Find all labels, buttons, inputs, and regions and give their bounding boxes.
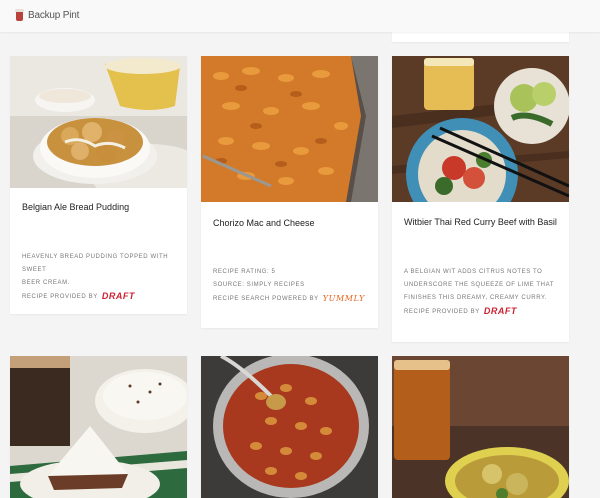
recipe-description: A Belgian wit adds citrus notes to under…	[404, 269, 555, 318]
recipe-card[interactable]	[392, 356, 569, 498]
top-bar: Backup Pint	[0, 0, 600, 32]
recipe-meta: Recipe rating: 5 Source: Simply Recipes …	[213, 266, 365, 306]
recipe-card[interactable]	[10, 356, 187, 498]
recipe-card[interactable]: Chorizo Mac and Cheese Recipe rating: 5 …	[201, 56, 378, 328]
recipe-source: Source: Simply Recipes	[213, 282, 305, 288]
recipe-card[interactable]: Belgian Ale Bread Pudding Heavenly bread…	[10, 56, 187, 314]
pint-glass-icon	[15, 9, 25, 21]
recipe-image-baked-beans[interactable]	[201, 356, 378, 498]
recipe-card[interactable]: Witbier Thai Red Curry Beef with Basil A…	[392, 56, 569, 342]
recipe-image-beer-dish[interactable]	[392, 356, 569, 498]
recipe-image-bread-pudding[interactable]	[10, 56, 187, 188]
draft-logo[interactable]: DRAFT	[102, 290, 135, 303]
recipe-image-cream-pie[interactable]	[10, 356, 187, 498]
recipe-rating: Recipe rating: 5	[213, 269, 276, 275]
recipe-title[interactable]: Witbier Thai Red Curry Beef with Basil	[404, 217, 557, 227]
recipe-card[interactable]	[201, 356, 378, 498]
recipe-image-mac-and-cheese[interactable]	[201, 56, 378, 202]
logo-text: Backup Pint	[28, 9, 80, 21]
recipe-title[interactable]: Belgian Ale Bread Pudding	[22, 202, 129, 212]
site-logo[interactable]: Backup Pint	[15, 9, 80, 21]
recipe-title[interactable]: Chorizo Mac and Cheese	[213, 218, 315, 228]
recipe-description: Heavenly bread pudding topped with sweet…	[22, 254, 169, 303]
draft-logo[interactable]: DRAFT	[484, 305, 517, 318]
recipe-image-thai-curry[interactable]	[392, 56, 569, 202]
yummly-logo[interactable]: Yummly	[323, 292, 365, 305]
